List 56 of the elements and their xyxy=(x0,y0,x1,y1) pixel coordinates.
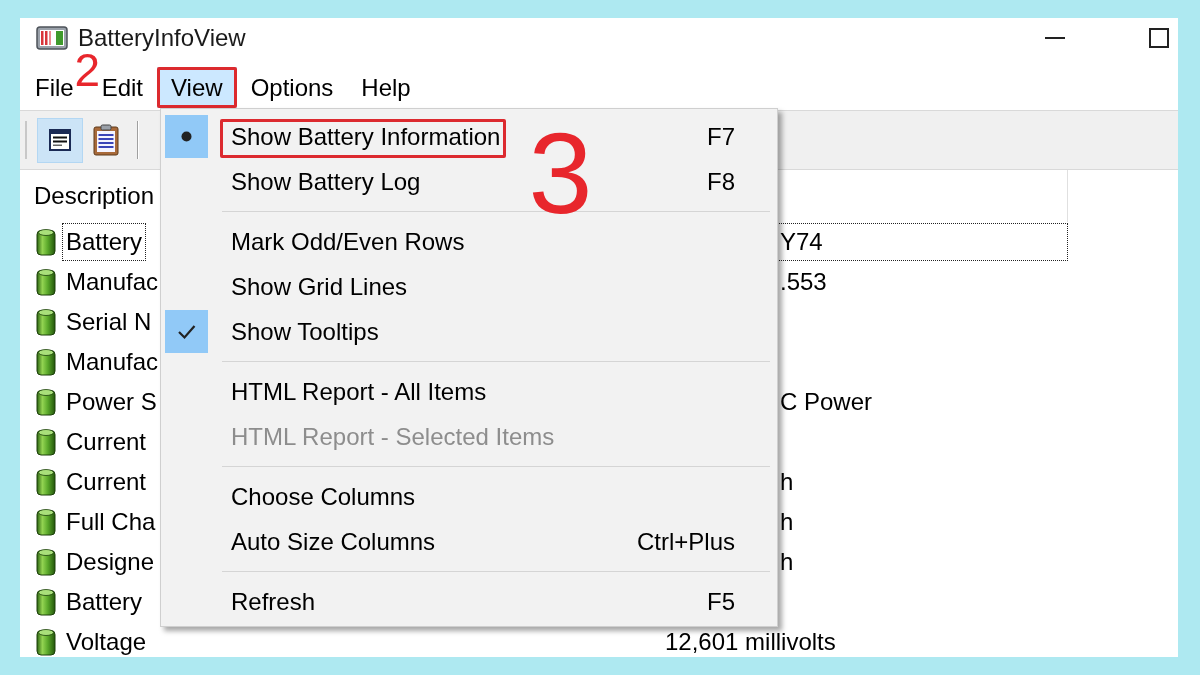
property-name: Battery xyxy=(62,223,147,261)
property-value: 12,601 millivolts xyxy=(664,627,837,657)
menu-item[interactable]: Help xyxy=(361,67,411,108)
property-value: h xyxy=(779,547,795,577)
property-name: Current xyxy=(65,427,148,457)
shortcut-label: F8 xyxy=(707,167,735,196)
menu-item[interactable]: View xyxy=(157,67,237,108)
toolbar-button[interactable] xyxy=(37,117,83,163)
menu-item[interactable]: Options xyxy=(250,67,334,108)
property-name: Full Cha xyxy=(65,507,157,537)
shortcut-label: F7 xyxy=(707,122,735,151)
menu-item[interactable]: Show Grid Lines xyxy=(161,264,412,309)
property-name: Battery xyxy=(65,587,144,617)
menu-item[interactable]: Refresh xyxy=(161,579,320,624)
battery-icon xyxy=(36,548,56,576)
menu-item[interactable]: Choose Columns xyxy=(161,474,420,519)
property-name: Manufac xyxy=(65,347,160,377)
property-name: Serial N xyxy=(65,307,153,337)
battery-icon xyxy=(36,388,56,416)
battery-icon xyxy=(36,428,56,456)
shortcut-label: Ctrl+Plus xyxy=(636,527,735,556)
menu-item[interactable]: Show Tooltips xyxy=(161,309,383,354)
property-value: Y74 xyxy=(779,223,1068,261)
menu-item[interactable]: HTML Report - All Items xyxy=(161,369,491,414)
menu-item[interactable]: File xyxy=(35,67,74,108)
shortcut-label: F5 xyxy=(707,587,735,616)
battery-icon xyxy=(36,348,56,376)
battery-icon xyxy=(36,628,56,656)
battery-icon xyxy=(36,308,56,336)
minimize-icon xyxy=(1045,37,1065,39)
battery-icon xyxy=(36,228,56,256)
menu-item[interactable]: Mark Odd/Even Rows xyxy=(161,219,469,264)
battery-icon xyxy=(36,468,56,496)
striped-battery-icon xyxy=(36,26,68,50)
property-name: Manufac xyxy=(65,267,160,297)
menu-item[interactable]: Edit xyxy=(101,67,144,108)
property-name: Designe xyxy=(65,547,156,577)
document-icon xyxy=(48,128,72,152)
step-number: 3 xyxy=(528,129,593,216)
property-value: C Power xyxy=(779,387,874,417)
battery-icon xyxy=(36,508,56,536)
menu-item[interactable]: Show Battery Log xyxy=(161,159,425,204)
property-value: h xyxy=(779,467,795,497)
menu-item[interactable]: Auto Size Columns xyxy=(161,519,440,564)
property-name: Voltage xyxy=(65,627,148,657)
battery-icon xyxy=(36,588,56,616)
window-title: BatteryInfoView xyxy=(78,24,246,52)
clipboard-icon xyxy=(93,124,119,156)
property-value: h xyxy=(779,507,795,537)
battery-icon xyxy=(36,268,56,296)
property-name: Current xyxy=(65,467,148,497)
property-value: .553 xyxy=(779,267,828,297)
property-name: Power S xyxy=(65,387,158,417)
step-number: 2 xyxy=(74,53,101,87)
maximize-icon xyxy=(1149,28,1169,48)
menu-item[interactable]: Show Battery Information xyxy=(161,114,505,159)
